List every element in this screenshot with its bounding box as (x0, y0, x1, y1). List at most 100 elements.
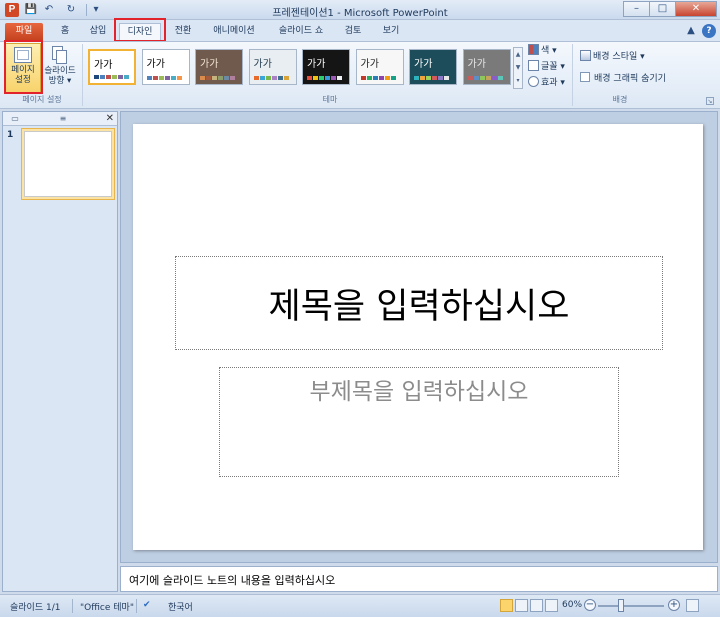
theme-fonts-button[interactable]: 글꼴 ▾ (528, 60, 565, 74)
theme-swatch (230, 76, 235, 80)
status-separator (136, 599, 137, 613)
theme-swatch (307, 76, 312, 80)
slide-orientation-icon (52, 46, 68, 64)
theme-color-swatches (253, 76, 290, 80)
theme-thumbnail[interactable]: 가가 (355, 49, 404, 85)
theme-gallery-scroll[interactable]: ▲ ▼ ▾ (513, 47, 523, 89)
theme-thumbnail[interactable]: 가가 (88, 49, 136, 85)
help-icon[interactable]: ? (702, 24, 716, 38)
tab-animations[interactable]: 애니메이션 (205, 23, 263, 41)
theme-swatch (206, 76, 211, 80)
theme-swatch (384, 76, 390, 80)
status-bar: 슬라이드 1/1 "Office 테마" ✔ 한국어 60% − + (0, 594, 720, 617)
theme-thumbnail[interactable]: 가가 (195, 49, 243, 85)
tab-transitions[interactable]: 전환 (168, 23, 198, 41)
theme-sample-text: 가가 (307, 59, 326, 70)
theme-swatch (176, 76, 182, 80)
theme-color-swatches (467, 76, 504, 80)
tab-view[interactable]: 보기 (376, 23, 406, 41)
tab-slide-show[interactable]: 슬라이드 쇼 (272, 23, 330, 41)
slide-sorter-view-icon[interactable] (515, 599, 528, 612)
theme-colors-icon (528, 44, 539, 55)
tab-insert[interactable]: 삽입 (83, 23, 113, 41)
background-styles-button[interactable]: 배경 스타일 ▾ (580, 50, 645, 64)
theme-swatch (331, 76, 336, 80)
close-button[interactable]: ✕ (675, 1, 717, 17)
theme-swatch (106, 75, 111, 79)
reading-view-icon[interactable] (530, 599, 543, 612)
theme-thumbnail[interactable]: 가가 (462, 49, 511, 85)
outline-tab-icon[interactable]: ≡ (53, 113, 73, 125)
theme-swatch (444, 76, 449, 80)
theme-swatch (378, 76, 384, 80)
maximize-button[interactable]: □ (649, 1, 676, 17)
theme-swatch (170, 76, 176, 80)
checkbox-box[interactable] (580, 72, 590, 82)
zoom-out-icon[interactable]: − (584, 599, 596, 611)
ribbon: 페이지 설정 슬라이드 방향 ▾ 페이지 설정 가가 가가 가가 가가 가가 가가 가가 가가… (0, 41, 720, 109)
hide-background-graphics-checkbox[interactable]: 배경 그래픽 숨기기 (580, 72, 666, 86)
theme-swatch (485, 76, 491, 80)
zoom-level[interactable]: 60% (562, 600, 582, 610)
gallery-more-icon[interactable]: ▾ (514, 74, 522, 87)
slides-tab-icon[interactable]: ▭ (5, 113, 25, 125)
theme-swatch (277, 76, 283, 80)
theme-colors-button[interactable]: 색 ▾ (528, 44, 557, 58)
theme-thumbnail[interactable]: 가가 (141, 49, 190, 85)
tab-review[interactable]: 검토 (338, 23, 368, 41)
theme-swatch (426, 76, 431, 80)
fit-to-window-icon[interactable] (686, 599, 699, 612)
normal-view-icon[interactable] (500, 599, 513, 612)
tab-file[interactable]: 파일 (5, 23, 43, 41)
background-group-label: 배경 (612, 95, 628, 104)
theme-swatch (124, 75, 129, 79)
zoom-in-icon[interactable]: + (668, 599, 680, 611)
theme-thumbnail[interactable]: 가가 (248, 49, 297, 85)
slide-orientation-button[interactable]: 슬라이드 방향 ▾ (42, 43, 78, 93)
theme-swatch (164, 76, 170, 80)
spell-check-icon[interactable]: ✔ (143, 600, 151, 610)
themes-group-label: 테마 (322, 95, 338, 104)
zoom-slider-track[interactable] (598, 605, 664, 607)
theme-swatch (366, 76, 372, 80)
theme-swatch (265, 76, 271, 80)
slide-editor: 제목을 입력하십시오 부제목을 입력하십시오 (120, 111, 718, 563)
theme-fonts-icon (528, 60, 539, 71)
minimize-button[interactable]: – (623, 1, 650, 17)
title-placeholder[interactable]: 제목을 입력하십시오 (175, 256, 663, 350)
theme-thumbnail[interactable]: 가가 (302, 49, 350, 85)
theme-swatch (414, 76, 419, 80)
slide-canvas[interactable]: 제목을 입력하십시오 부제목을 입력하십시오 (133, 124, 703, 550)
theme-fonts-label: 글꼴 ▾ (541, 62, 565, 72)
notes-pane[interactable]: 여기에 슬라이드 노트의 내용을 입력하십시오 (120, 566, 718, 592)
ribbon-tabs: 파일 홈 삽입 디자인 전환 애니메이션 슬라이드 쇼 검토 보기 ▲ ? (0, 20, 720, 41)
theme-swatch (372, 76, 378, 80)
slide-orientation-label-line2: 방향 ▾ (48, 76, 72, 86)
title-placeholder-text: 제목을 입력하십시오 (268, 286, 570, 327)
theme-swatch (283, 76, 289, 80)
zoom-slider-thumb[interactable] (618, 599, 624, 612)
theme-swatch (337, 76, 342, 80)
close-panel-icon[interactable]: ✕ (106, 113, 114, 125)
theme-color-swatches (146, 76, 183, 80)
theme-effects-button[interactable]: 효과 ▾ (528, 76, 565, 90)
gallery-scroll-down-icon[interactable]: ▼ (514, 61, 522, 74)
theme-swatch (112, 75, 117, 79)
theme-name[interactable]: "Office 테마" (80, 600, 134, 613)
minimize-ribbon-icon[interactable]: ▲ (684, 24, 698, 38)
theme-swatch (420, 76, 425, 80)
theme-color-swatches (360, 76, 397, 80)
subtitle-placeholder[interactable]: 부제목을 입력하십시오 (219, 367, 619, 477)
tab-home[interactable]: 홈 (52, 23, 78, 41)
theme-thumbnail[interactable]: 가가 (409, 49, 457, 85)
theme-swatch (118, 75, 123, 79)
slide-thumbnail[interactable] (21, 128, 115, 200)
language[interactable]: 한국어 (168, 600, 193, 613)
hide-background-graphics-label: 배경 그래픽 숨기기 (594, 74, 666, 84)
slides-panel: ▭ ≡ ✕ 1 (2, 111, 118, 592)
gallery-scroll-up-icon[interactable]: ▲ (514, 48, 522, 61)
title-bar: P 💾 ↶ ↻ ▾ 프레젠테이션1 - Microsoft PowerPoint… (0, 0, 720, 20)
slide-show-view-icon[interactable] (545, 599, 558, 612)
theme-sample-text: 가가 (94, 60, 113, 71)
background-dialog-launcher-icon[interactable]: ↘ (706, 97, 714, 105)
